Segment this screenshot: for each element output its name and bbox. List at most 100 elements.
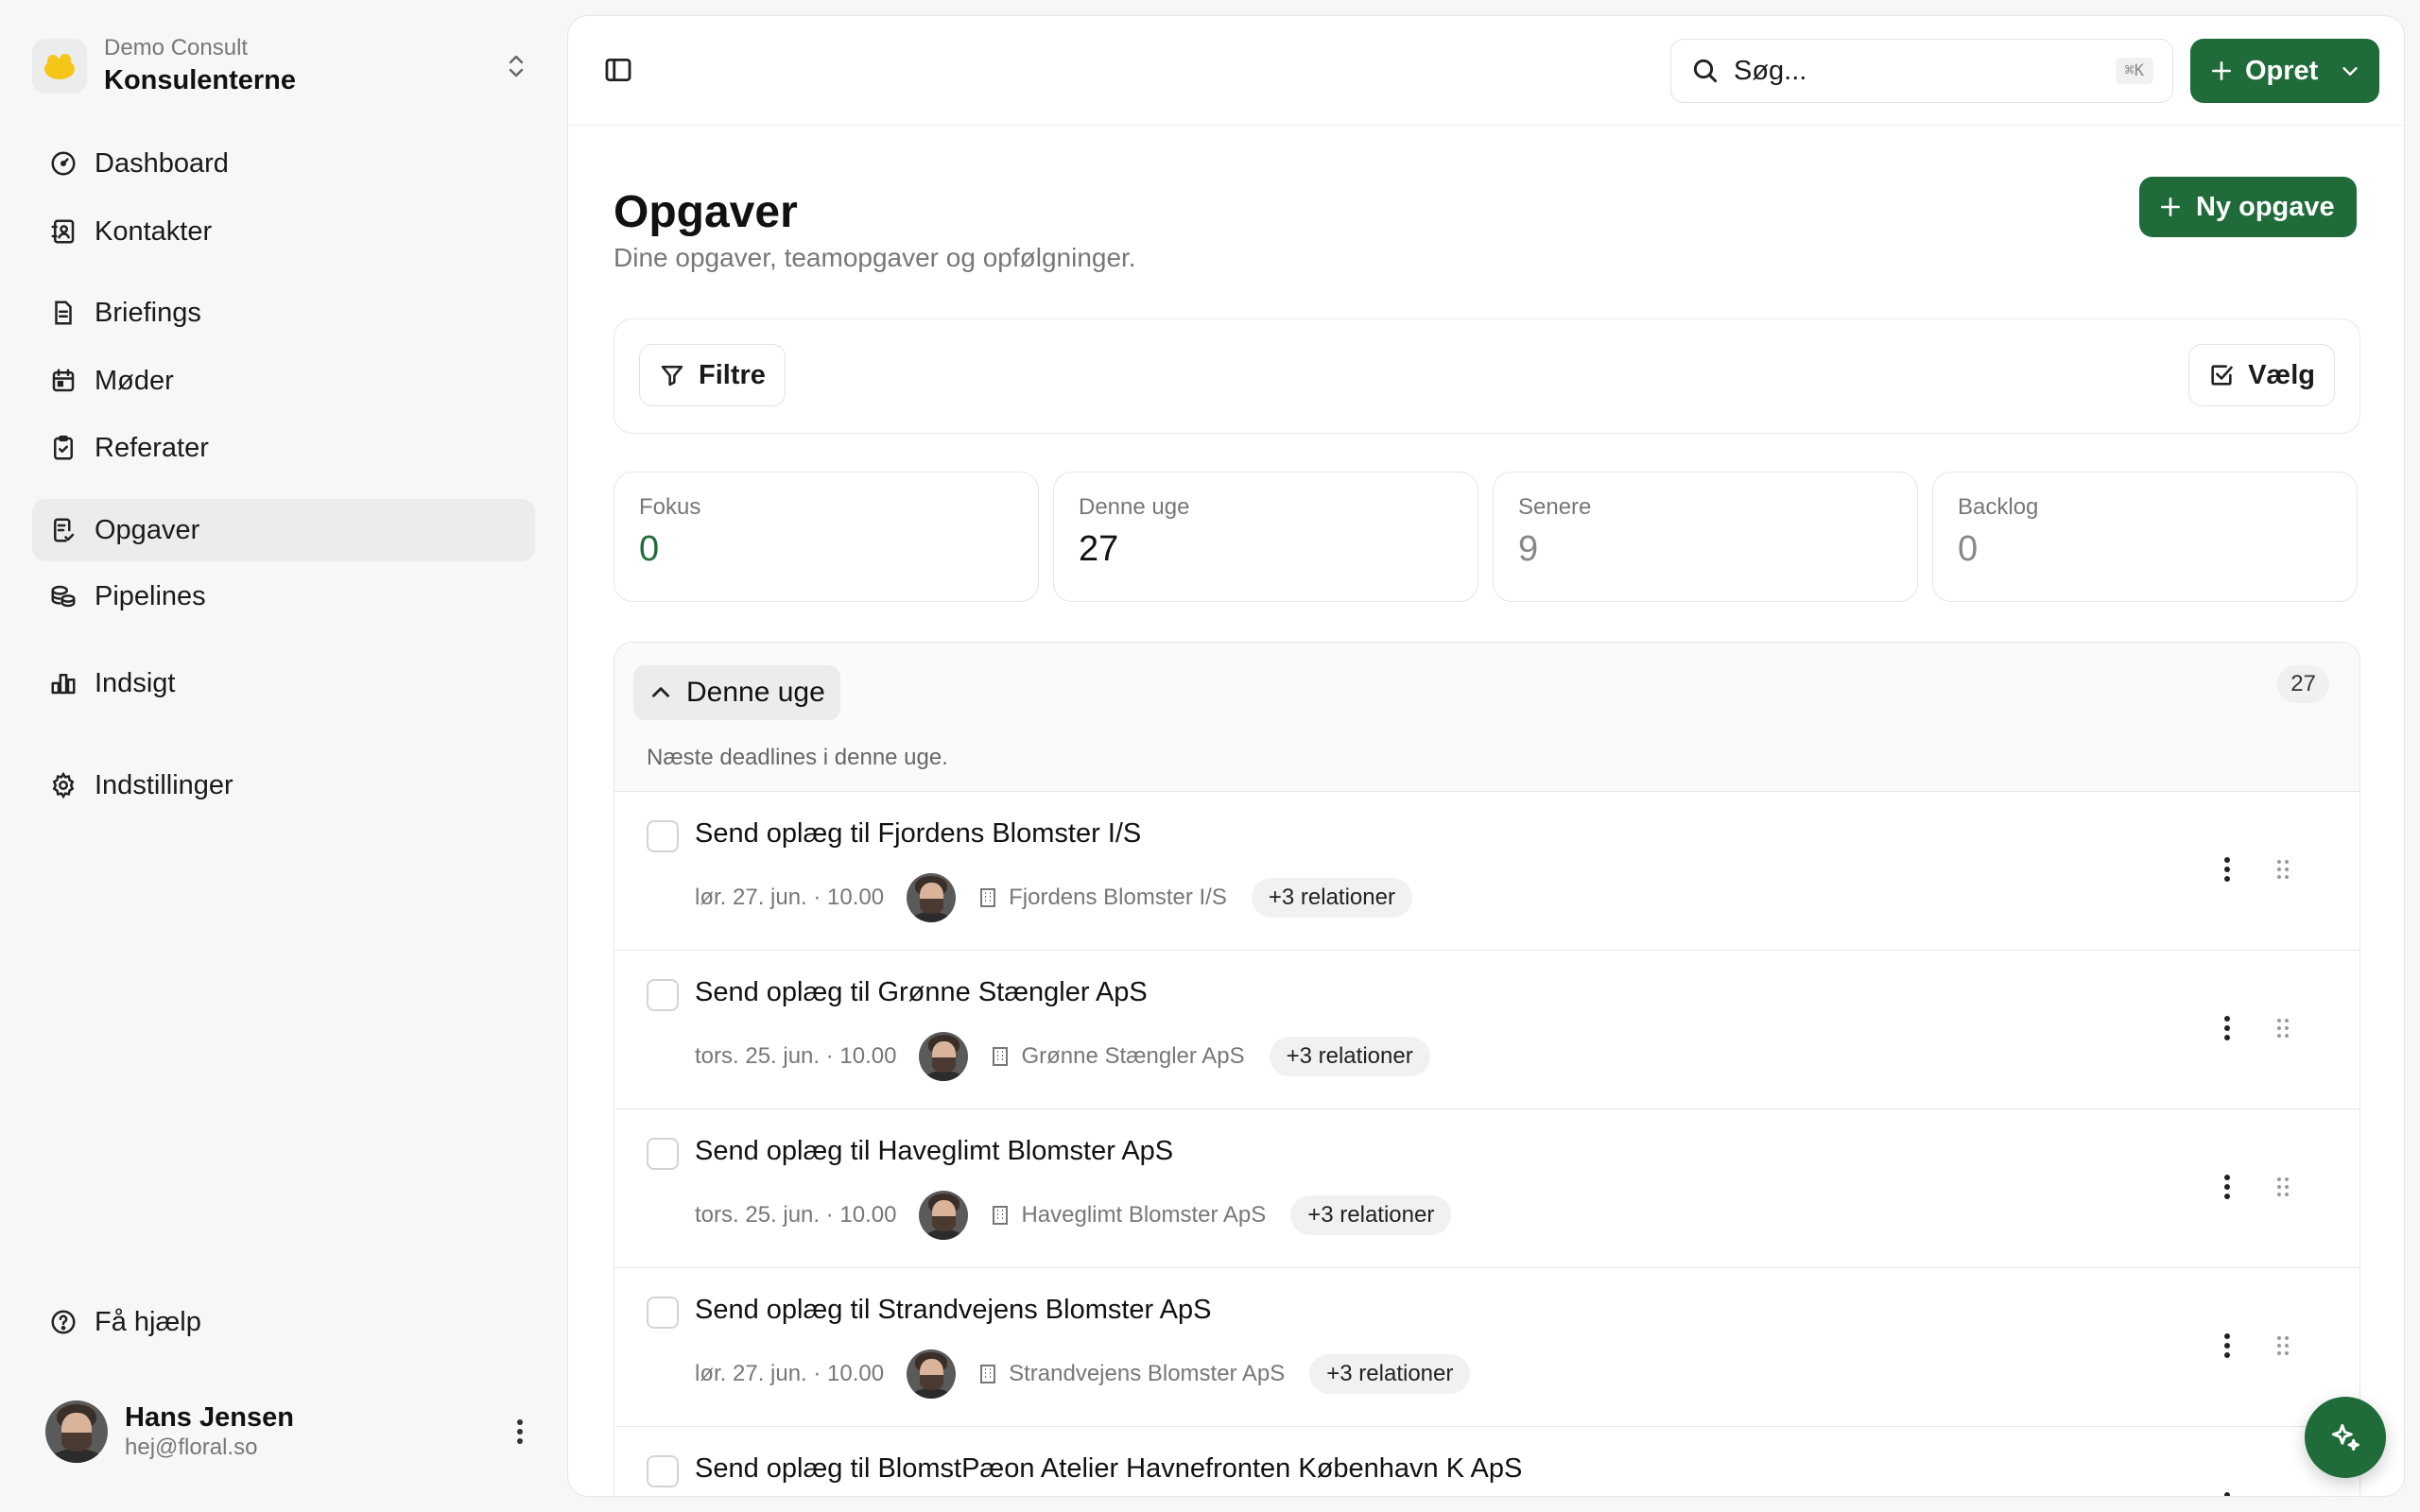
drag-handle-icon[interactable] xyxy=(2269,1011,2297,1045)
more-vertical-icon[interactable] xyxy=(2210,1323,2244,1368)
create-label: Opret xyxy=(2245,55,2319,86)
sparkles-icon xyxy=(2331,1423,2360,1452)
create-button[interactable]: Opret xyxy=(2190,39,2379,103)
search-shortcut: ⌘K xyxy=(2115,58,2153,84)
nav-label: Indsigt xyxy=(95,667,176,698)
relations-badge[interactable]: +3 relationer xyxy=(1251,878,1412,918)
new-task-label: Ny opgave xyxy=(2196,191,2335,222)
search-icon xyxy=(1693,59,1718,83)
help-link[interactable]: Få hjælp xyxy=(32,1291,535,1353)
task-checkbox[interactable] xyxy=(647,1455,679,1487)
search-input[interactable]: Søg... ⌘K xyxy=(1670,39,2173,103)
filter-icon xyxy=(661,365,683,387)
gear-icon xyxy=(52,771,75,799)
task-checkbox[interactable] xyxy=(647,1297,679,1329)
nav-item-indstillinger[interactable]: Indstillinger xyxy=(32,754,535,816)
task-deadline: lør. 27. jun. · 10.00 xyxy=(695,1361,885,1386)
page-title: Opgaver xyxy=(614,187,798,237)
user-menu[interactable]: Hans Jensen hej@floral.so xyxy=(45,1399,537,1465)
org-switcher[interactable]: Demo Consult Konsulenterne xyxy=(32,28,535,104)
select-button[interactable]: Vælg xyxy=(2188,344,2335,406)
checkbox-icon xyxy=(2211,365,2233,386)
nav-item-indsigt[interactable]: Indsigt xyxy=(32,652,535,714)
task-checkbox[interactable] xyxy=(647,820,679,852)
task-title: Send oplæg til Grønne Stængler ApS xyxy=(695,977,1148,1007)
stat-value: 0 xyxy=(1958,529,1979,569)
chevron-up-down-icon[interactable] xyxy=(497,47,535,85)
task-company-name: Grønne Stængler ApS xyxy=(1021,1043,1245,1069)
page-subtitle: Dine opgaver, teamopgaver og opfølgninge… xyxy=(614,243,1136,272)
task-deadline: lør. 27. jun. · 10.00 xyxy=(695,885,885,910)
nav-item-opgaver[interactable]: Opgaver xyxy=(32,499,535,561)
stat-card-fokus[interactable]: Fokus 0 xyxy=(614,472,1039,602)
relations-badge[interactable]: +3 relationer xyxy=(1309,1354,1471,1394)
select-label: Vælg xyxy=(2248,359,2315,390)
nav-label: Møder xyxy=(95,365,174,396)
task-row[interactable]: Send oplæg til Haveglimt Blomster ApS to… xyxy=(614,1109,2360,1268)
nav-label: Indstillinger xyxy=(95,769,233,800)
nav-label: Briefings xyxy=(95,297,201,328)
nav-label: Pipelines xyxy=(95,580,206,611)
task-checkbox[interactable] xyxy=(647,979,679,1011)
sidebar-toggle-icon[interactable] xyxy=(602,54,636,88)
filter-bar: Filtre Vælg xyxy=(614,318,2360,434)
building-icon xyxy=(980,1365,996,1383)
more-vertical-icon[interactable] xyxy=(503,1403,537,1460)
task-company[interactable]: Grønne Stængler ApS xyxy=(989,1043,1245,1070)
nav-label: Opgaver xyxy=(95,514,200,545)
nav-item-pipelines[interactable]: Pipelines xyxy=(32,565,535,627)
task-row[interactable]: Send oplæg til BlomstPæon Atelier Havnef… xyxy=(614,1427,2360,1496)
task-group-denne-uge: Denne uge Næste deadlines i denne uge. 2… xyxy=(614,642,2360,1496)
nav-item-kontakter[interactable]: Kontakter xyxy=(32,200,535,263)
avatar xyxy=(919,1032,969,1081)
relations-badge[interactable]: +3 relationer xyxy=(1269,1037,1430,1076)
stat-label: Denne uge xyxy=(1079,494,1190,520)
topbar: Søg... ⌘K Opret xyxy=(568,16,2404,126)
nav-item-referater[interactable]: Referater xyxy=(32,417,535,479)
org-name: Konsulenterne xyxy=(104,65,297,95)
drag-handle-icon[interactable] xyxy=(2269,1170,2297,1204)
task-company[interactable]: Fjordens Blomster I/S xyxy=(977,885,1227,911)
ai-assistant-button[interactable] xyxy=(2305,1397,2386,1478)
more-vertical-icon[interactable] xyxy=(2210,1482,2244,1496)
bar-chart-icon xyxy=(51,674,76,695)
task-company-name: Fjordens Blomster I/S xyxy=(1009,885,1227,910)
chevron-up-icon xyxy=(652,687,669,697)
stat-value: 9 xyxy=(1518,529,1539,569)
nav-item-dashboard[interactable]: Dashboard xyxy=(32,132,535,195)
filter-label: Filtre xyxy=(699,359,766,390)
task-group-description: Næste deadlines i denne uge. xyxy=(647,745,948,770)
drag-handle-icon[interactable] xyxy=(2269,852,2297,886)
task-checkbox[interactable] xyxy=(647,1138,679,1170)
help-label: Få hjælp xyxy=(95,1306,201,1337)
calendar-icon xyxy=(52,369,75,392)
relations-badge[interactable]: +3 relationer xyxy=(1290,1195,1452,1235)
stat-label: Senere xyxy=(1518,494,1592,520)
task-count-badge: 27 xyxy=(2277,665,2329,703)
task-company-name: Strandvejens Blomster ApS xyxy=(1009,1361,1286,1386)
nav-item-moder[interactable]: Møder xyxy=(32,350,535,412)
task-company[interactable]: Haveglimt Blomster ApS xyxy=(989,1202,1266,1228)
more-vertical-icon[interactable] xyxy=(2210,847,2244,892)
stat-value: 0 xyxy=(639,529,660,569)
task-deadline: tors. 25. jun. · 10.00 xyxy=(695,1202,897,1228)
stat-card-senere[interactable]: Senere 9 xyxy=(1493,472,1918,602)
stat-card-backlog[interactable]: Backlog 0 xyxy=(1932,472,2358,602)
task-company[interactable]: Strandvejens Blomster ApS xyxy=(977,1361,1285,1387)
task-row[interactable]: Send oplæg til Grønne Stængler ApS tors.… xyxy=(614,951,2360,1109)
filter-button[interactable]: Filtre xyxy=(639,344,786,406)
plus-icon xyxy=(2212,61,2231,80)
user-name: Hans Jensen xyxy=(125,1402,294,1433)
new-task-button[interactable]: Ny opgave xyxy=(2139,177,2357,237)
task-group-toggle[interactable]: Denne uge xyxy=(633,665,840,720)
more-vertical-icon[interactable] xyxy=(2210,1164,2244,1210)
avatar xyxy=(907,873,957,922)
stat-card-denne-uge[interactable]: Denne uge 27 xyxy=(1053,472,1478,602)
more-vertical-icon[interactable] xyxy=(2210,1005,2244,1051)
task-row[interactable]: Send oplæg til Strandvejens Blomster ApS… xyxy=(614,1268,2360,1427)
nav-item-briefings[interactable]: Briefings xyxy=(32,282,535,344)
sidebar: Demo Consult Konsulenterne Dashboard Kon… xyxy=(0,0,567,1512)
drag-handle-icon[interactable] xyxy=(2269,1329,2297,1363)
nav-label: Dashboard xyxy=(95,147,229,179)
task-row[interactable]: Send oplæg til Fjordens Blomster I/S lør… xyxy=(614,792,2360,951)
